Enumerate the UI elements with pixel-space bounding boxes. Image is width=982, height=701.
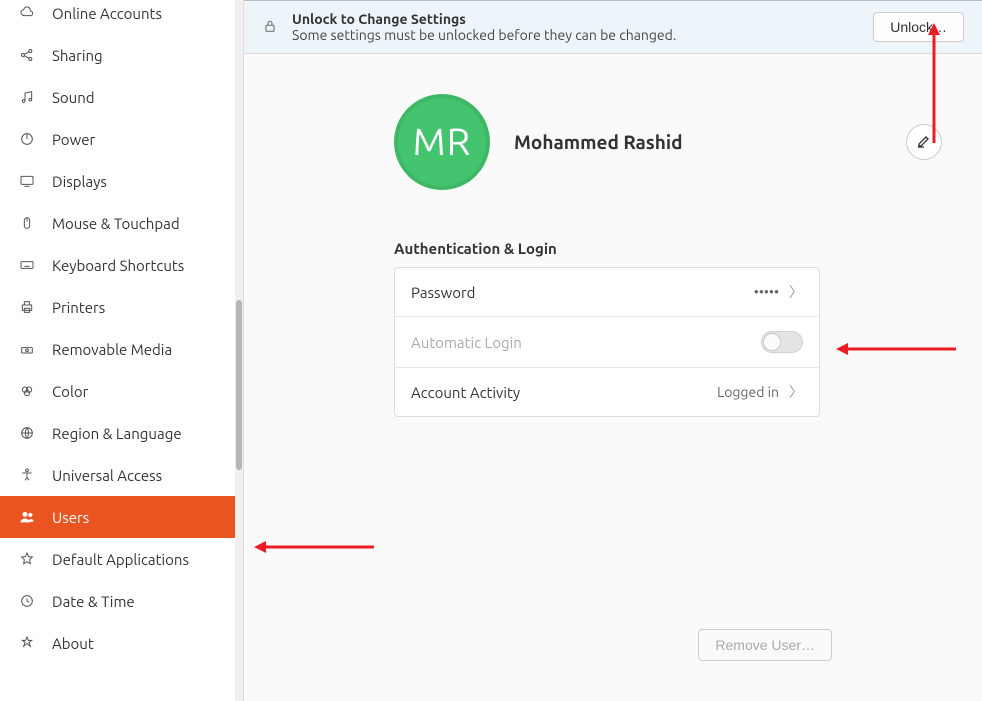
sidebar-item-label: Sound [52,89,95,106]
sidebar-item-label: About [52,635,94,652]
mouse-icon [18,214,36,232]
users-icon [18,508,36,526]
main-panel: Unlock to Change Settings Some settings … [244,0,982,701]
section-title: Authentication & Login [394,240,942,257]
sidebar-item-universal-access[interactable]: Universal Access [0,454,243,496]
password-value: ••••• [754,284,779,300]
sidebar-item-label: Printers [52,299,105,316]
user-header: MR Mohammed Rashid [394,94,942,190]
sidebar-item-power[interactable]: Power [0,118,243,160]
scrollbar[interactable] [235,0,243,701]
user-content: MR Mohammed Rashid Authentication & Logi… [244,54,982,701]
scrollbar-thumb[interactable] [236,300,242,470]
sidebar-item-label: Online Accounts [52,5,162,22]
cloud-icon [18,4,36,22]
lock-notice-bar: Unlock to Change Settings Some settings … [244,1,982,54]
sidebar-item-removable-media[interactable]: Removable Media [0,328,243,370]
automatic-login-row: Automatic Login [395,317,819,368]
color-icon [18,382,36,400]
accessibility-icon [18,466,36,484]
account-activity-row[interactable]: Account Activity Logged in 〉 [395,368,819,416]
row-label: Automatic Login [411,334,751,351]
sidebar-item-region[interactable]: Region & Language [0,412,243,454]
settings-sidebar: Online Accounts Sharing Sound Power Disp… [0,0,244,701]
edit-name-button[interactable] [906,124,942,160]
clock-icon [18,592,36,610]
sidebar-item-printers[interactable]: Printers [0,286,243,328]
row-label: Password [411,284,744,301]
row-label: Account Activity [411,384,707,401]
lock-notice-text: Unlock to Change Settings Some settings … [292,11,859,43]
displays-icon [18,172,36,190]
chevron-right-icon: 〉 [789,282,803,302]
sidebar-item-label: Users [52,509,89,526]
sidebar-item-datetime[interactable]: Date & Time [0,580,243,622]
sidebar-item-sharing[interactable]: Sharing [0,34,243,76]
remove-user-button[interactable]: Remove User… [698,629,832,661]
auth-settings-list: Password ••••• 〉 Automatic Login Account… [394,267,820,417]
unlock-button[interactable]: Unlock… [873,12,964,42]
sidebar-item-label: Date & Time [52,593,135,610]
sidebar-item-label: Color [52,383,88,400]
music-icon [18,88,36,106]
sidebar-item-label: Default Applications [52,551,189,568]
sidebar-item-about[interactable]: About [0,622,243,664]
sidebar-item-default-apps[interactable]: Default Applications [0,538,243,580]
avatar[interactable]: MR [394,94,490,190]
sidebar-item-label: Sharing [52,47,103,64]
power-icon [18,130,36,148]
password-row[interactable]: Password ••••• 〉 [395,268,819,317]
automatic-login-toggle[interactable] [761,331,803,353]
chevron-right-icon: 〉 [789,382,803,402]
activity-value: Logged in [717,384,779,400]
printer-icon [18,298,36,316]
sidebar-item-label: Region & Language [52,425,182,442]
sidebar-item-mouse[interactable]: Mouse & Touchpad [0,202,243,244]
sidebar-item-label: Mouse & Touchpad [52,215,180,232]
user-name: Mohammed Rashid [514,131,882,153]
sidebar-item-users[interactable]: Users [0,496,243,538]
about-icon [18,634,36,652]
sidebar-item-displays[interactable]: Displays [0,160,243,202]
globe-icon [18,424,36,442]
sidebar-item-sound[interactable]: Sound [0,76,243,118]
sidebar-item-keyboard[interactable]: Keyboard Shortcuts [0,244,243,286]
sidebar-item-color[interactable]: Color [0,370,243,412]
sidebar-item-label: Keyboard Shortcuts [52,257,184,274]
sidebar-item-label: Power [52,131,95,148]
star-icon [18,550,36,568]
keyboard-icon [18,256,36,274]
lock-notice-subtitle: Some settings must be unlocked before th… [292,27,859,43]
sidebar-item-label: Removable Media [52,341,172,358]
sidebar-item-label: Universal Access [52,467,162,484]
sidebar-item-label: Displays [52,173,107,190]
share-icon [18,46,36,64]
lock-icon [262,18,278,37]
lock-notice-title: Unlock to Change Settings [292,11,859,27]
pencil-icon [916,133,932,152]
sidebar-item-online-accounts[interactable]: Online Accounts [0,0,243,34]
toggle-knob [763,333,781,351]
disc-icon [18,340,36,358]
